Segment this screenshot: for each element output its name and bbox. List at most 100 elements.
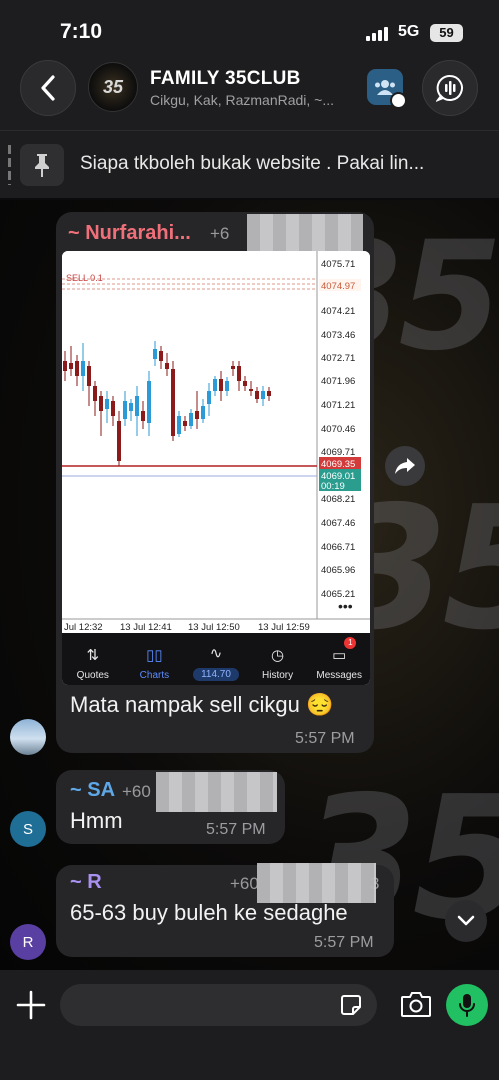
price-label: 4074.97 bbox=[321, 281, 355, 292]
candle-body bbox=[147, 381, 151, 423]
message-time: 5:57 PM bbox=[295, 730, 355, 747]
status-time: 7:10 bbox=[60, 20, 103, 43]
message-sender[interactable]: ~ SA bbox=[70, 779, 115, 802]
battery-indicator: 59 bbox=[430, 24, 463, 42]
price-label: 4068.21 bbox=[321, 494, 355, 505]
voice-chat-icon bbox=[436, 74, 463, 102]
price-label: 4075.71 bbox=[321, 259, 355, 270]
plus-icon[interactable] bbox=[14, 988, 48, 1022]
candle-body bbox=[93, 386, 97, 401]
message-sender[interactable]: ~ Nurfarahi... bbox=[68, 222, 191, 245]
microphone-icon bbox=[459, 994, 475, 1017]
price-label: 4072.71 bbox=[321, 353, 355, 364]
chart-canvas: 4075.71 4074.97 4074.21 4073.46 4072.71 4071.… bbox=[62, 251, 370, 633]
candle-body bbox=[249, 389, 253, 391]
candle-body bbox=[63, 361, 67, 371]
trading-chart-image[interactable]: 4075.71 4074.97 4074.21 4073.46 4072.71 4071.… bbox=[62, 251, 370, 685]
voice-chat-button[interactable] bbox=[422, 60, 478, 116]
candle-body bbox=[207, 391, 211, 404]
message-time: 5:57 PM bbox=[206, 821, 266, 838]
time-label: 13 Jul 12:41 bbox=[120, 622, 172, 633]
candle-body bbox=[183, 421, 187, 426]
redacted-phone bbox=[247, 214, 363, 252]
candle-body bbox=[153, 349, 157, 359]
price-label: 4069.35 bbox=[321, 459, 355, 470]
message-time: 5:57 PM bbox=[314, 934, 374, 951]
price-label: 4071.21 bbox=[321, 400, 355, 411]
candle-body bbox=[243, 381, 247, 386]
message-input[interactable] bbox=[60, 984, 377, 1026]
price-label: 4074.21 bbox=[321, 306, 355, 317]
pinned-message-bar[interactable]: Siapa tkboleh bukak website . Pakai lin.… bbox=[0, 130, 499, 198]
avatar[interactable]: S bbox=[10, 811, 46, 847]
pinned-indicator bbox=[8, 145, 11, 185]
share-icon bbox=[395, 458, 415, 474]
candle-body bbox=[267, 391, 271, 396]
sticker-icon[interactable] bbox=[340, 994, 362, 1016]
trade-icon: ∿ bbox=[209, 645, 223, 662]
more-icon: ••• bbox=[338, 598, 353, 614]
group-members[interactable]: Cikgu, Kak, RazmanRadi, ~... bbox=[150, 92, 360, 108]
back-button[interactable] bbox=[20, 60, 76, 116]
candle-body bbox=[171, 369, 175, 436]
candle-body bbox=[213, 379, 217, 391]
tab-trade: ∿ 114.70 bbox=[185, 633, 247, 685]
price-label: 4071.96 bbox=[321, 376, 355, 387]
message-text[interactable]: Mata nampak sell cikgu 😔 bbox=[70, 692, 333, 718]
candle-body bbox=[219, 379, 223, 391]
message-composer bbox=[0, 970, 499, 1080]
price-label: 4073.46 bbox=[321, 330, 355, 341]
candle-body bbox=[129, 403, 133, 411]
message-text[interactable]: Hmm bbox=[70, 808, 123, 834]
redacted-phone bbox=[257, 863, 376, 903]
price-label: 4070.46 bbox=[321, 424, 355, 435]
time-label: 13 Jul 12:59 bbox=[258, 622, 310, 633]
message-sender[interactable]: ~ R bbox=[70, 871, 102, 894]
microphone-button[interactable] bbox=[446, 984, 488, 1026]
candle-body bbox=[99, 396, 103, 411]
candle-body bbox=[87, 366, 91, 386]
trading-app-tabbar: ⇅ Quotes ▯▯ Charts ∿ 114.70 ◷ History ▭ … bbox=[62, 633, 370, 685]
chevron-left-icon bbox=[41, 75, 55, 101]
time-label: Jul 12:32 bbox=[64, 622, 103, 633]
chevron-down-icon bbox=[390, 92, 407, 109]
messages-icon: ▭ bbox=[332, 647, 347, 664]
candle-body bbox=[111, 401, 115, 416]
pinned-text: Siapa tkboleh bukak website . Pakai lin.… bbox=[80, 153, 425, 174]
tab-label: Messages bbox=[316, 670, 362, 681]
candle-body bbox=[195, 411, 199, 419]
tab-label: Charts bbox=[139, 670, 170, 681]
forward-button[interactable] bbox=[385, 446, 425, 486]
community-button[interactable] bbox=[367, 69, 407, 109]
price-label: 4065.96 bbox=[321, 565, 355, 576]
avatar[interactable]: R bbox=[10, 924, 46, 960]
messages-badge: 1 bbox=[344, 637, 357, 649]
candle-body bbox=[141, 411, 145, 421]
scroll-down-button[interactable] bbox=[445, 900, 487, 942]
candle-body bbox=[123, 401, 127, 419]
candle-body bbox=[201, 406, 205, 419]
time-label: 13 Jul 12:50 bbox=[188, 622, 240, 633]
redacted-phone bbox=[156, 772, 277, 812]
group-avatar[interactable]: 35 bbox=[88, 62, 138, 112]
pin-icon bbox=[20, 144, 64, 186]
price-label: 4067.46 bbox=[321, 518, 355, 529]
camera-icon[interactable] bbox=[400, 990, 432, 1018]
message-text[interactable]: 65-63 buy buleh ke sedaghe bbox=[70, 900, 348, 926]
chevron-down-icon bbox=[457, 915, 475, 926]
candle-body bbox=[189, 413, 193, 426]
candle-body bbox=[135, 396, 139, 416]
tab-messages: ▭ Messages 1 bbox=[308, 633, 370, 685]
candle-body bbox=[237, 366, 241, 381]
price-label: 00:19 bbox=[321, 481, 345, 492]
message-phone: +60 bbox=[230, 874, 259, 893]
candle-body bbox=[231, 366, 235, 369]
candle-body bbox=[255, 391, 259, 399]
message-phone: +6 bbox=[210, 224, 230, 243]
group-title[interactable]: FAMILY 35CLUB bbox=[150, 68, 301, 90]
signal-icon bbox=[366, 27, 388, 41]
candle-body bbox=[159, 351, 163, 361]
network-type: 5G bbox=[398, 23, 420, 40]
avatar[interactable] bbox=[10, 719, 46, 755]
price-label: 4066.71 bbox=[321, 542, 355, 553]
